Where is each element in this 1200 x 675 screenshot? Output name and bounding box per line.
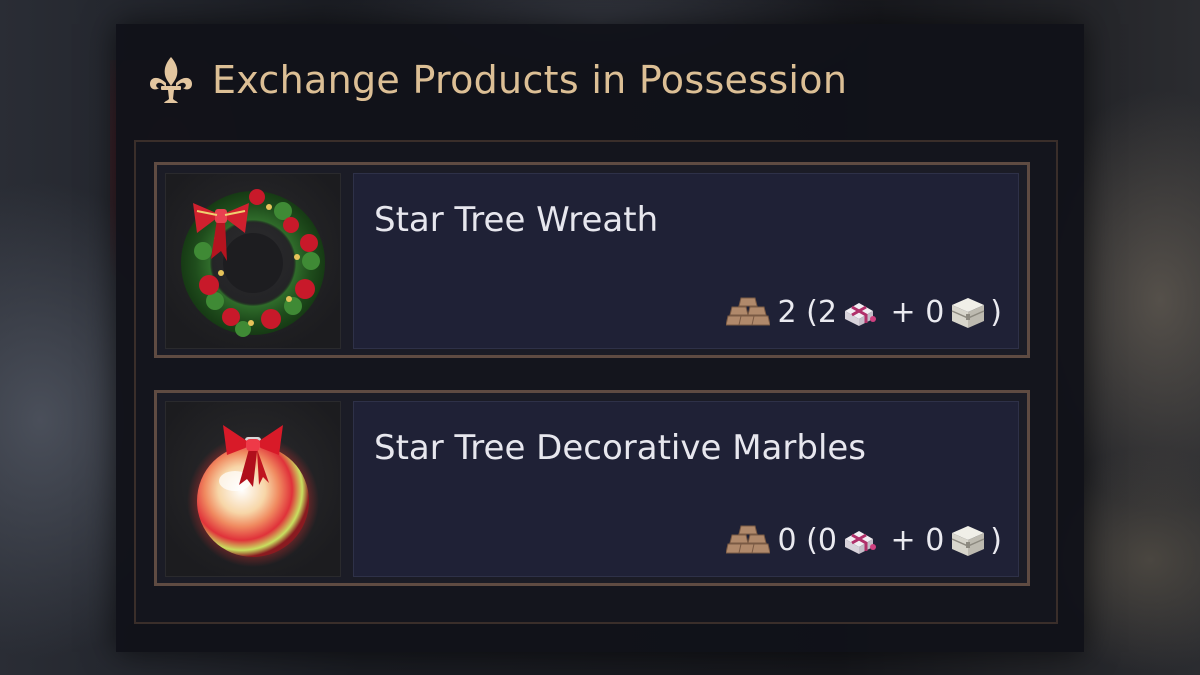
plus-text: + [890,522,916,558]
gold-bars-icon [725,525,770,554]
bundle-count: 2 [817,294,837,330]
total-count: 0 [777,522,797,558]
list-item[interactable]: Star Tree Decorative Marbles 0 (0 + 0) [154,390,1030,586]
open-paren [797,295,807,330]
gift-bundle-icon [844,531,876,554]
fleur-de-lis-icon [150,57,192,103]
treasure-box-icon [951,298,985,328]
plus-text: + [890,294,916,330]
item-info: Star Tree Wreath 2 (2 + 0) [353,173,1019,349]
gift-bundle-icon [844,303,876,326]
open-paren-text: ( [806,294,818,330]
treasure-box-icon [951,526,985,556]
open-paren-text: ( [806,522,818,558]
product-list: Star Tree Wreath 2 (2 + 0) Star Tree D… [134,140,1058,624]
plus-space [916,295,926,330]
item-name: Star Tree Wreath [374,200,659,240]
item-thumbnail [165,173,341,349]
panel-title: Exchange Products in Possession [212,58,848,102]
item-count: 0 ( 0 + 0) [725,522,1002,558]
open-paren [797,523,807,558]
item-thumbnail [165,401,341,577]
plus-sign [881,523,891,558]
exchange-products-panel: Exchange Products in Possession Star Tre… [116,24,1084,652]
box-count: 0 [925,294,945,330]
gold-bars-icon [725,297,770,326]
bundle-count: 0 [817,522,837,558]
item-count: 2 ( 2 + 0) [725,294,1002,330]
panel-header: Exchange Products in Possession [144,50,847,110]
wreath-icon [181,189,325,337]
ornament-icon [187,425,319,567]
total-count: 2 [777,294,797,330]
close-paren: ) [990,522,1002,558]
box-count: 0 [925,522,945,558]
item-name: Star Tree Decorative Marbles [374,428,867,468]
item-info: Star Tree Decorative Marbles 0 (0 + 0) [353,401,1019,577]
close-paren: ) [990,294,1002,330]
plus-sign [881,295,891,330]
list-item[interactable]: Star Tree Wreath 2 (2 + 0) [154,162,1030,358]
plus-space [916,523,926,558]
